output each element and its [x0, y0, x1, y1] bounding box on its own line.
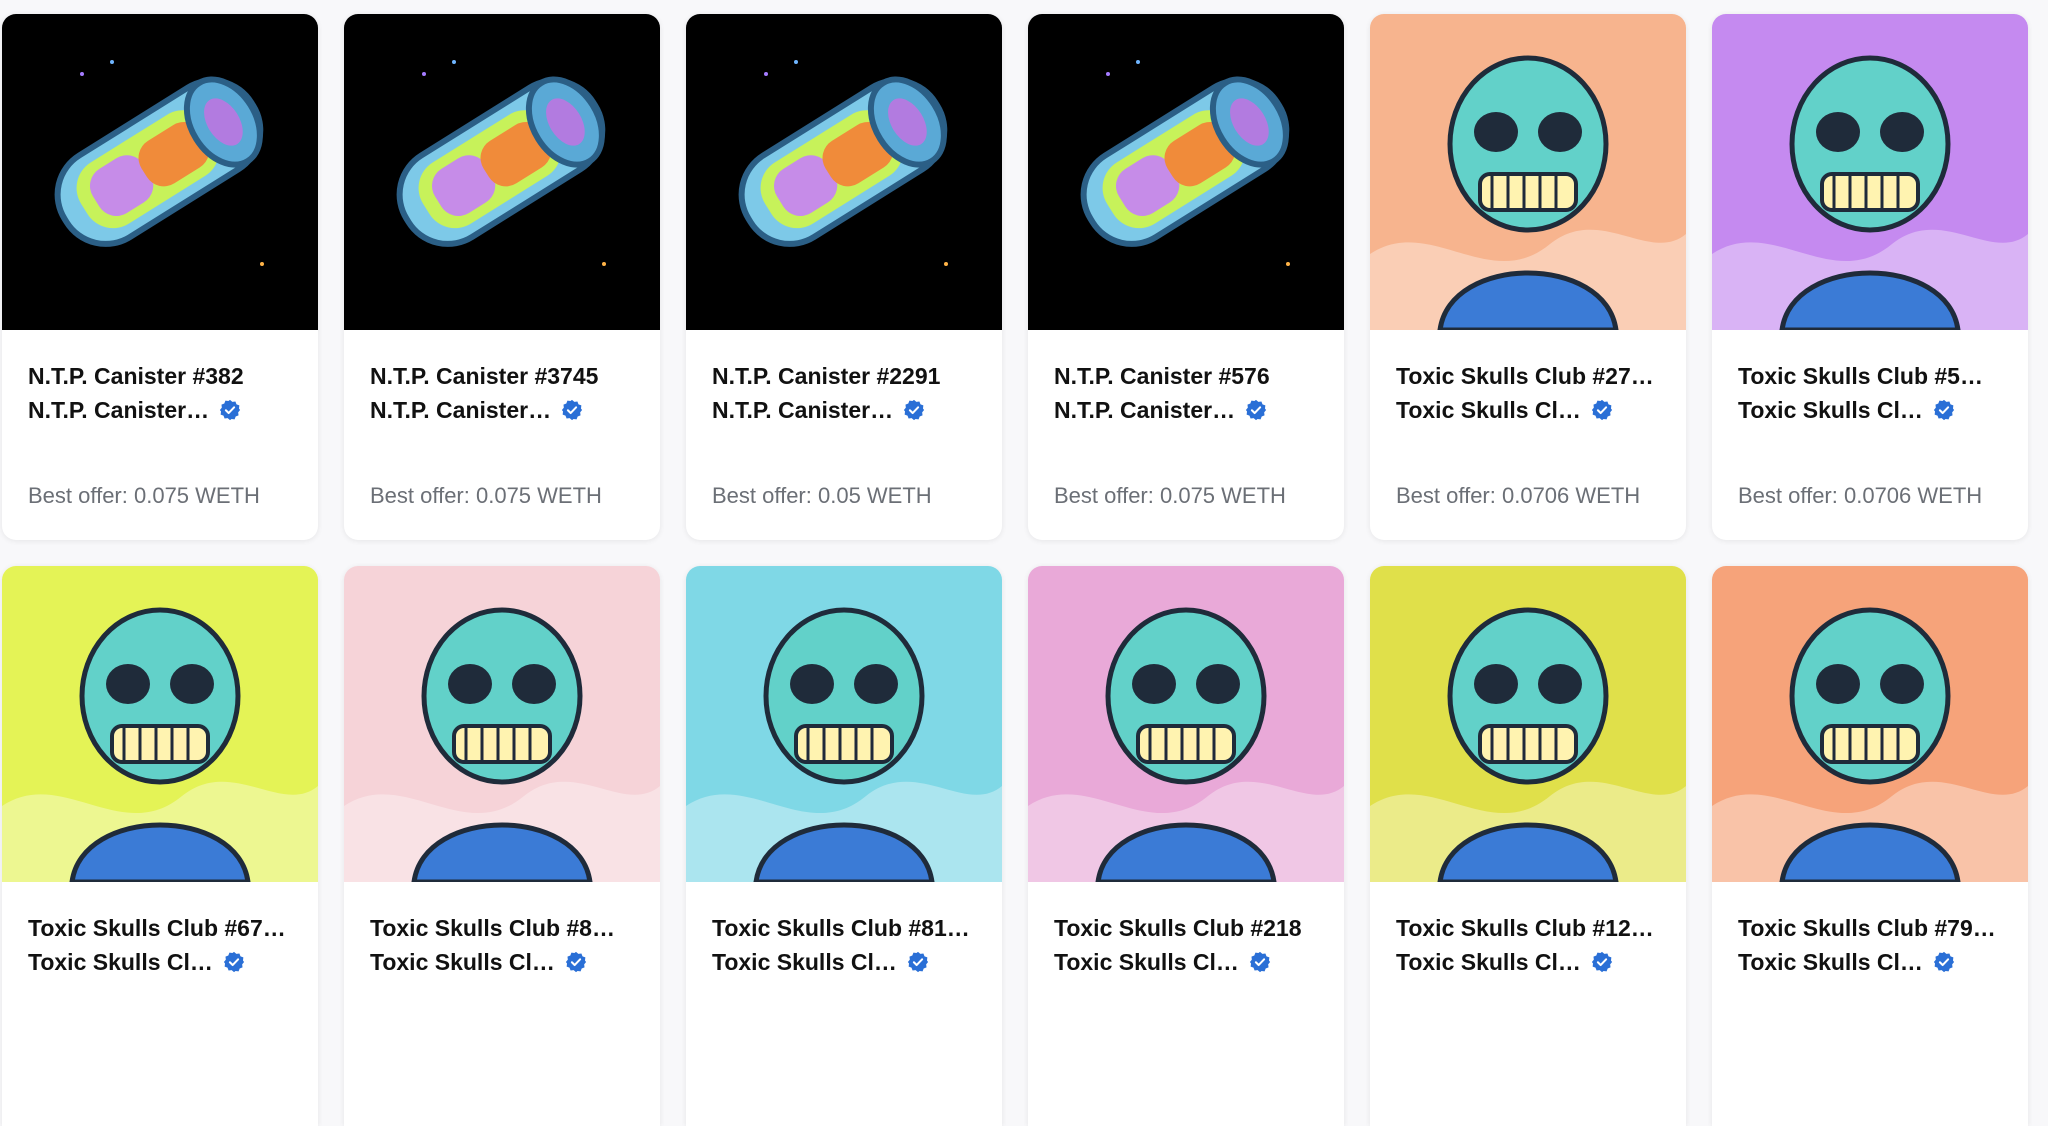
nft-grid: N.T.P. Canister #382 N.T.P. Canister… Be…	[2, 14, 2028, 1126]
collection-link[interactable]: N.T.P. Canister…	[1054, 393, 1318, 427]
verified-badge-icon	[1246, 399, 1267, 421]
nft-image[interactable]	[1370, 566, 1686, 882]
collection-link[interactable]: Toxic Skulls Cl…	[1396, 393, 1660, 427]
nft-card[interactable]: Toxic Skulls Club #81… Toxic Skulls Cl…	[686, 566, 1002, 1126]
nft-card[interactable]: Toxic Skulls Club #27… Toxic Skulls Cl… …	[1370, 14, 1686, 540]
collection-name: N.T.P. Canister…	[28, 397, 210, 423]
verified-badge-icon	[904, 399, 925, 421]
collection-link[interactable]: Toxic Skulls Cl…	[1396, 945, 1660, 979]
nft-image[interactable]	[1028, 566, 1344, 882]
verified-badge-icon	[1933, 399, 1954, 421]
collection-link[interactable]: Toxic Skulls Cl…	[1738, 945, 2002, 979]
verified-badge-icon	[1591, 399, 1612, 421]
nft-image[interactable]	[686, 566, 1002, 882]
collection-link[interactable]: Toxic Skulls Cl…	[712, 945, 976, 979]
verified-badge-icon	[1933, 951, 1954, 973]
best-offer: Best offer: 0.075 WETH	[370, 483, 602, 508]
nft-image[interactable]	[686, 14, 1002, 330]
collection-name: Toxic Skulls Cl…	[1738, 949, 1923, 975]
collection-name: Toxic Skulls Cl…	[1396, 397, 1581, 423]
collection-name: Toxic Skulls Cl…	[1738, 397, 1923, 423]
nft-card[interactable]: N.T.P. Canister #576 N.T.P. Canister… Be…	[1028, 14, 1344, 540]
best-offer: Best offer: 0.05 WETH	[712, 483, 932, 508]
nft-title[interactable]: Toxic Skulls Club #27…	[1396, 359, 1660, 393]
nft-title[interactable]: N.T.P. Canister #576	[1054, 359, 1318, 393]
nft-title[interactable]: Toxic Skulls Club #8…	[370, 911, 634, 945]
nft-card[interactable]: Toxic Skulls Club #218 Toxic Skulls Cl…	[1028, 566, 1344, 1126]
nft-image[interactable]	[1370, 14, 1686, 330]
collection-link[interactable]: Toxic Skulls Cl…	[28, 945, 292, 979]
verified-badge-icon	[565, 951, 586, 973]
nft-image[interactable]	[2, 14, 318, 330]
nft-image[interactable]	[1712, 566, 2028, 882]
best-offer: Best offer: 0.0706 WETH	[1396, 483, 1641, 508]
nft-image[interactable]	[2, 566, 318, 882]
nft-title[interactable]: N.T.P. Canister #3745	[370, 359, 634, 393]
best-offer: Best offer: 0.0706 WETH	[1738, 483, 1983, 508]
collection-link[interactable]: N.T.P. Canister…	[370, 393, 634, 427]
nft-image[interactable]	[344, 566, 660, 882]
collection-name: N.T.P. Canister…	[1054, 397, 1236, 423]
collection-name: Toxic Skulls Cl…	[1054, 949, 1239, 975]
nft-title[interactable]: Toxic Skulls Club #218	[1054, 911, 1318, 945]
nft-card[interactable]: N.T.P. Canister #3745 N.T.P. Canister… B…	[344, 14, 660, 540]
nft-title[interactable]: Toxic Skulls Club #5…	[1738, 359, 2002, 393]
nft-image[interactable]	[344, 14, 660, 330]
nft-title[interactable]: Toxic Skulls Club #12…	[1396, 911, 1660, 945]
verified-badge-icon	[562, 399, 583, 421]
collection-name: Toxic Skulls Cl…	[370, 949, 555, 975]
collection-link[interactable]: N.T.P. Canister…	[712, 393, 976, 427]
verified-badge-icon	[907, 951, 928, 973]
nft-title[interactable]: Toxic Skulls Club #67…	[28, 911, 292, 945]
nft-card[interactable]: Toxic Skulls Club #79… Toxic Skulls Cl…	[1712, 566, 2028, 1126]
collection-link[interactable]: Toxic Skulls Cl…	[1738, 393, 2002, 427]
collection-name: Toxic Skulls Cl…	[28, 949, 213, 975]
nft-card[interactable]: Toxic Skulls Club #67… Toxic Skulls Cl…	[2, 566, 318, 1126]
nft-title[interactable]: Toxic Skulls Club #81…	[712, 911, 976, 945]
nft-title[interactable]: N.T.P. Canister #382	[28, 359, 292, 393]
collection-name: N.T.P. Canister…	[712, 397, 894, 423]
best-offer: Best offer: 0.075 WETH	[28, 483, 260, 508]
best-offer: Best offer: 0.075 WETH	[1054, 483, 1286, 508]
nft-title[interactable]: N.T.P. Canister #2291	[712, 359, 976, 393]
nft-card[interactable]: Toxic Skulls Club #12… Toxic Skulls Cl…	[1370, 566, 1686, 1126]
nft-image[interactable]	[1712, 14, 2028, 330]
verified-badge-icon	[220, 399, 241, 421]
nft-card[interactable]: N.T.P. Canister #2291 N.T.P. Canister… B…	[686, 14, 1002, 540]
collection-link[interactable]: Toxic Skulls Cl…	[1054, 945, 1318, 979]
verified-badge-icon	[1249, 951, 1270, 973]
nft-title[interactable]: Toxic Skulls Club #79…	[1738, 911, 2002, 945]
collection-name: N.T.P. Canister…	[370, 397, 552, 423]
collection-link[interactable]: Toxic Skulls Cl…	[370, 945, 634, 979]
nft-card[interactable]: Toxic Skulls Club #8… Toxic Skulls Cl…	[344, 566, 660, 1126]
verified-badge-icon	[223, 951, 244, 973]
collection-name: Toxic Skulls Cl…	[1396, 949, 1581, 975]
nft-card[interactable]: Toxic Skulls Club #5… Toxic Skulls Cl… B…	[1712, 14, 2028, 540]
collection-link[interactable]: N.T.P. Canister…	[28, 393, 292, 427]
collection-name: Toxic Skulls Cl…	[712, 949, 897, 975]
nft-image[interactable]	[1028, 14, 1344, 330]
verified-badge-icon	[1591, 951, 1612, 973]
nft-card[interactable]: N.T.P. Canister #382 N.T.P. Canister… Be…	[2, 14, 318, 540]
